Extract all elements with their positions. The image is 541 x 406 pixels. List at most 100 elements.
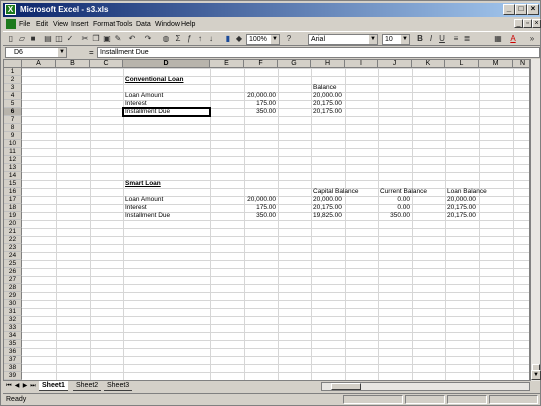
row-header-8[interactable]: 8	[4, 124, 22, 132]
cell-h15[interactable]: Capital Balance	[313, 188, 359, 196]
cell-d16[interactable]: Loan Amount	[125, 196, 163, 204]
print-preview-icon[interactable]: ◫	[54, 34, 64, 44]
cell-f17[interactable]: 175.00	[244, 204, 276, 212]
row-header-29[interactable]: 29	[4, 292, 22, 300]
menu-window[interactable]: Window	[155, 20, 180, 29]
tab-sheet1[interactable]: Sheet1	[39, 381, 68, 391]
align-right-icon[interactable]: ≣	[462, 34, 472, 44]
cell-d2[interactable]: Conventional Loan	[125, 76, 184, 84]
cell-j18[interactable]: 350.00	[378, 212, 410, 220]
cut-icon[interactable]: ✂	[80, 34, 90, 44]
menu-tools[interactable]: Tools	[116, 20, 132, 29]
col-header-a[interactable]: A	[22, 60, 56, 68]
col-header-g[interactable]: G	[278, 60, 311, 68]
cell-j15[interactable]: Current Balance	[380, 188, 427, 196]
cell-h17[interactable]: 20,175.00	[313, 204, 342, 212]
document-icon[interactable]	[6, 19, 16, 29]
tab-sheet2[interactable]: Sheet2	[73, 381, 102, 391]
cell-l16[interactable]: 20,000.00	[447, 196, 476, 204]
function-icon[interactable]: ƒ	[184, 34, 194, 44]
spelling-icon[interactable]: ✓	[65, 34, 75, 44]
row-header-10[interactable]: 10	[4, 140, 22, 148]
cell-h5[interactable]: 20,175.00	[313, 100, 342, 108]
cell-h3[interactable]: Balance	[313, 84, 337, 92]
row-header-21[interactable]: 21	[4, 228, 22, 236]
paste-icon[interactable]: ▣	[102, 34, 112, 44]
row-header-25[interactable]: 25	[4, 260, 22, 268]
col-header-l[interactable]: L	[445, 60, 479, 68]
sort-descending-icon[interactable]: ↓	[206, 34, 216, 44]
new-icon[interactable]: ▯	[6, 34, 16, 44]
first-sheet-icon[interactable]: ⏮	[5, 382, 13, 391]
row-header-2[interactable]: 2	[4, 76, 22, 84]
underline-icon[interactable]: U	[437, 34, 447, 44]
cell-f4[interactable]: 20,000.00	[244, 92, 276, 100]
hyperlink-icon[interactable]: ◍	[161, 34, 171, 44]
row-header-27[interactable]: 27	[4, 276, 22, 284]
cell-f5[interactable]: 175.00	[244, 100, 276, 108]
font-color-icon[interactable]: A	[508, 34, 518, 44]
row-header-17[interactable]: 17	[4, 196, 22, 204]
col-header-i[interactable]: I	[345, 60, 378, 68]
chart-wizard-icon[interactable]: ▮	[223, 34, 233, 44]
copy-icon[interactable]: ❐	[91, 34, 101, 44]
sort-ascending-icon[interactable]: ↑	[195, 34, 205, 44]
scroll-down-button[interactable]: ▼	[531, 370, 541, 380]
col-header-d[interactable]: D	[123, 60, 210, 68]
row-header-3[interactable]: 3	[4, 84, 22, 92]
row-header-6[interactable]: 6	[4, 108, 22, 116]
close-button[interactable]: ×	[527, 4, 539, 15]
horizontal-scroll-thumb[interactable]	[331, 383, 361, 390]
maximize-button[interactable]: □	[515, 4, 527, 15]
cell-d18[interactable]: Installment Due	[125, 212, 170, 220]
italic-icon[interactable]: I	[426, 34, 436, 44]
bold-icon[interactable]: B	[415, 34, 425, 44]
select-all-corner[interactable]	[4, 60, 22, 68]
row-header-11[interactable]: 11	[4, 148, 22, 156]
row-header-13[interactable]: 13	[4, 164, 22, 172]
row-header-18[interactable]: 18	[4, 204, 22, 212]
row-header-19[interactable]: 19	[4, 212, 22, 220]
row-header-39[interactable]: 39	[4, 372, 22, 380]
row-header-20[interactable]: 20	[4, 220, 22, 228]
doc-restore-button[interactable]: ▫	[523, 19, 532, 28]
row-header-7[interactable]: 7	[4, 116, 22, 124]
doc-minimize-button[interactable]: _	[514, 19, 523, 28]
vertical-scrollbar[interactable]: ▲ ▼	[530, 59, 541, 381]
row-header-5[interactable]: 5	[4, 100, 22, 108]
doc-close-button[interactable]: ×	[532, 19, 541, 28]
menu-edit[interactable]: Edit	[36, 20, 48, 29]
format-painter-icon[interactable]: ✎	[113, 34, 123, 44]
horizontal-scrollbar[interactable]	[321, 382, 530, 391]
align-center-icon[interactable]: ≡	[451, 34, 461, 44]
cell-f18[interactable]: 350.00	[244, 212, 276, 220]
cell-h4[interactable]: 20,000.00	[313, 92, 342, 100]
col-header-j[interactable]: J	[378, 60, 412, 68]
cell-j17[interactable]: 0.00	[378, 204, 410, 212]
tab-sheet3[interactable]: Sheet3	[104, 381, 133, 391]
print-icon[interactable]: ▤	[43, 34, 53, 44]
row-header-35[interactable]: 35	[4, 340, 22, 348]
open-icon[interactable]: ▱	[17, 34, 27, 44]
cell-d4[interactable]: Loan Amount	[125, 92, 163, 100]
menu-insert[interactable]: Insert	[71, 20, 89, 29]
row-header-4[interactable]: 4	[4, 92, 22, 100]
menu-view[interactable]: View	[53, 20, 68, 29]
cell-f6[interactable]: 350.00	[244, 108, 276, 116]
worksheet-grid[interactable]: A B C D E F G H I J K L M N 1 2 3 4 5 6 7 8 9 10 1…	[3, 59, 530, 381]
row-header-33[interactable]: 33	[4, 324, 22, 332]
col-header-c[interactable]: C	[90, 60, 123, 68]
row-header-24[interactable]: 24	[4, 252, 22, 260]
cell-l15[interactable]: Loan Balance	[447, 188, 487, 196]
row-header-15[interactable]: 15	[4, 180, 22, 188]
row-header-36[interactable]: 36	[4, 348, 22, 356]
formula-input[interactable]: Installment Due	[97, 47, 540, 58]
row-header-9[interactable]: 9	[4, 132, 22, 140]
cell-h6[interactable]: 20,175.00	[313, 108, 342, 116]
font-select[interactable]: Arial ▼	[308, 34, 378, 45]
help-icon[interactable]: ?	[284, 34, 294, 44]
col-header-b[interactable]: B	[56, 60, 90, 68]
borders-icon[interactable]: ▦	[493, 34, 503, 44]
col-header-n[interactable]: N	[513, 60, 529, 68]
cell-l17[interactable]: 20,175.00	[447, 204, 476, 212]
